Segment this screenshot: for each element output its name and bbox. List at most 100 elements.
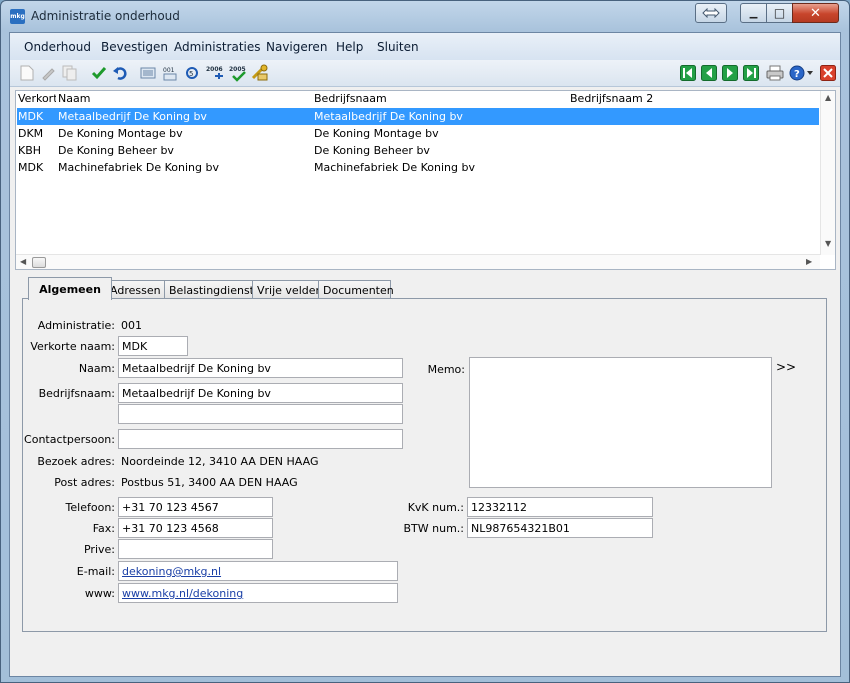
column-header-bedrijfsnaam[interactable]: Bedrijfsnaam [314, 92, 387, 105]
contactpersoon-field[interactable] [118, 429, 403, 449]
refresh-icon[interactable]: 5 [183, 64, 201, 82]
prive-field[interactable] [118, 539, 273, 559]
edit-icon[interactable] [39, 64, 57, 82]
column-header-verkorte[interactable]: Verkorte [18, 92, 56, 105]
next-record-icon[interactable] [721, 64, 739, 82]
scroll-left-arrow-icon[interactable]: ◀ [20, 257, 26, 266]
administratie-value: 001 [121, 319, 142, 332]
naam-label: Naam: [78, 362, 115, 375]
numbers-icon[interactable]: 001 [161, 64, 179, 82]
svg-text:001: 001 [163, 67, 175, 74]
first-record-icon[interactable] [679, 64, 697, 82]
year-a-text: 2006 [206, 66, 223, 73]
kvk-field[interactable]: 12332112 [467, 497, 653, 517]
table-row[interactable]: MDK Machinefabriek De Koning bv Machinef… [17, 159, 819, 176]
year-2005-confirm-icon[interactable]: 2005 [228, 64, 250, 82]
column-header-naam[interactable]: Naam [58, 92, 90, 105]
kvk-label: KvK num.: [407, 501, 464, 514]
email-label: E-mail: [76, 565, 115, 578]
administratie-label: Administratie: [37, 319, 115, 332]
minimize-button[interactable]: ▁ [740, 3, 767, 23]
new-icon[interactable] [18, 64, 36, 82]
previous-record-icon[interactable] [700, 64, 718, 82]
table-row[interactable]: KBH De Koning Beheer bv De Koning Beheer… [17, 142, 819, 159]
year-2006-icon[interactable]: 2006 [205, 64, 227, 82]
tab-belastingdienst[interactable]: Belastingdienst [164, 280, 254, 299]
memo-label: Memo: [427, 363, 465, 376]
double-arrow-icon [702, 8, 720, 18]
help-dropdown-icon[interactable] [805, 64, 815, 82]
svg-text:?: ? [794, 69, 800, 80]
cell-naam: Machinefabriek De Koning bv [58, 161, 219, 174]
menu-help[interactable]: Help [336, 40, 363, 54]
confirm-check-icon[interactable] [90, 64, 108, 82]
tab-algemeen[interactable]: Algemeen [28, 277, 112, 300]
bedrijfsnaam2-field[interactable] [118, 404, 403, 424]
email-link[interactable]: dekoning@mkg.nl [122, 565, 221, 578]
fax-label: Fax: [92, 522, 115, 535]
memo-field[interactable] [469, 357, 772, 488]
www-label: www: [84, 587, 115, 600]
bedrijfsnaam-label: Bedrijfsnaam: [38, 387, 115, 400]
menu-administraties[interactable]: Administraties [174, 40, 261, 54]
btw-field[interactable]: NL987654321B01 [467, 518, 653, 538]
table-row[interactable]: DKM De Koning Montage bv De Koning Monta… [17, 125, 819, 142]
undo-icon[interactable] [111, 64, 129, 82]
bedrijfsnaam-field[interactable]: Metaalbedrijf De Koning bv [118, 383, 403, 403]
verkorte-naam-label: Verkorte naam: [30, 340, 115, 353]
title-bar[interactable]: mkg Administratie onderhoud ▁ □ ✕ [1, 1, 849, 31]
cell-bedrijfsnaam: De Koning Montage bv [314, 127, 439, 140]
scroll-right-arrow-icon[interactable]: ▶ [806, 257, 812, 266]
cell-code: KBH [18, 144, 42, 157]
print-icon[interactable] [766, 64, 784, 82]
year-b-text: 2005 [229, 66, 246, 73]
cell-naam: De Koning Montage bv [58, 127, 183, 140]
tab-vrije-velden[interactable]: Vrije velden [252, 280, 322, 299]
menu-navigeren[interactable]: Navigeren [266, 40, 327, 54]
cell-code: DKM [18, 127, 44, 140]
email-field[interactable]: dekoning@mkg.nl [118, 561, 398, 581]
client-area: Onderhoud Bevestigen Administraties Navi… [9, 32, 841, 677]
restore-arrows-button[interactable] [695, 3, 727, 23]
tab-documenten[interactable]: Documenten [318, 280, 394, 299]
cell-bedrijfsnaam: De Koning Beheer bv [314, 144, 430, 157]
contactpersoon-label: Contactpersoon: [24, 433, 115, 446]
scroll-up-arrow-icon[interactable]: ▲ [825, 93, 831, 102]
close-window-button[interactable]: ✕ [792, 3, 839, 23]
www-field[interactable]: www.mkg.nl/dekoning [118, 583, 398, 603]
menu-sluiten[interactable]: Sluiten [377, 40, 419, 54]
scroll-down-arrow-icon[interactable]: ▼ [825, 239, 831, 248]
menu-bevestigen[interactable]: Bevestigen [101, 40, 168, 54]
algemeen-panel: Administratie: 001 Verkorte naam: MDK Na… [22, 298, 827, 632]
column-header-bedrijfsnaam2[interactable]: Bedrijfsnaam 2 [570, 92, 653, 105]
post-adres-label: Post adres: [54, 476, 115, 489]
list-header: Verkorte Naam Bedrijfsnaam Bedrijfsnaam … [16, 91, 820, 107]
copy-icon[interactable] [61, 64, 79, 82]
horizontal-scrollbar[interactable]: ◀ ▶ [16, 254, 820, 269]
website-link[interactable]: www.mkg.nl/dekoning [122, 587, 243, 600]
window-title: Administratie onderhoud [31, 9, 180, 23]
memo-expand-button[interactable]: >> [776, 360, 796, 374]
verkorte-naam-field[interactable]: MDK [118, 336, 188, 356]
fax-field[interactable]: +31 70 123 4568 [118, 518, 273, 538]
minimize-icon: ▁ [749, 7, 758, 19]
maximize-icon: □ [773, 6, 786, 20]
menu-onderhoud[interactable]: Onderhoud [24, 40, 91, 54]
tools-icon[interactable] [251, 64, 269, 82]
administrations-list[interactable]: Verkorte Naam Bedrijfsnaam Bedrijfsnaam … [15, 90, 836, 270]
close-icon[interactable] [819, 64, 837, 82]
naam-field[interactable]: Metaalbedrijf De Koning bv [118, 358, 403, 378]
bezoek-adres-value: Noordeinde 12, 3410 AA DEN HAAG [121, 455, 319, 468]
bezoek-adres-label: Bezoek adres: [37, 455, 115, 468]
last-record-icon[interactable] [742, 64, 760, 82]
tab-adressen[interactable]: Adressen [105, 280, 165, 299]
help-icon[interactable]: ? [788, 64, 806, 82]
maximize-button[interactable]: □ [766, 3, 793, 23]
vertical-scrollbar[interactable]: ▲ ▼ [820, 91, 835, 255]
telefoon-field[interactable]: +31 70 123 4567 [118, 497, 273, 517]
table-row[interactable]: MDK Metaalbedrijf De Koning bv Metaalbed… [17, 108, 819, 125]
scroll-thumb[interactable] [32, 257, 46, 268]
list-icon[interactable] [139, 64, 157, 82]
app-logo-icon: mkg [10, 9, 25, 24]
cell-naam: De Koning Beheer bv [58, 144, 174, 157]
